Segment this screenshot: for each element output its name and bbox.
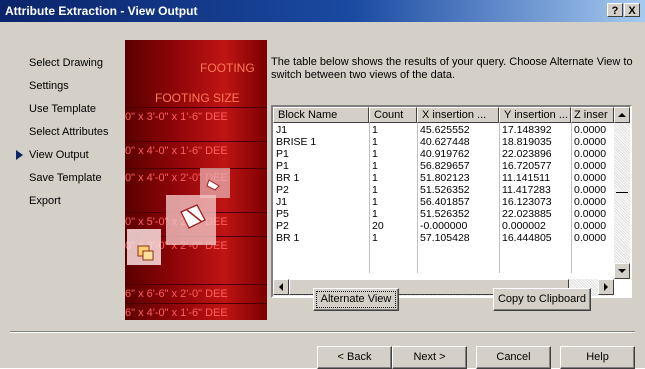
cell-z-insertion: 0.0000: [574, 160, 607, 172]
column-header-z-label: Z inser: [574, 109, 608, 121]
cell-block-name: P2: [276, 184, 289, 196]
cell-x-insertion: 51.526352: [420, 208, 470, 220]
cell-count: 1: [372, 208, 378, 220]
scroll-up-button[interactable]: [614, 107, 630, 123]
tag-card: [200, 168, 230, 198]
cell-block-name: P1: [276, 148, 289, 160]
cell-z-insertion: 0.0000: [574, 220, 607, 232]
cell-count: 1: [372, 148, 378, 160]
dialog-body: Select Drawing Settings Use Template Sel…: [0, 22, 645, 369]
cell-y-insertion: 22.023885: [502, 208, 552, 220]
help-title-button[interactable]: ?: [607, 3, 623, 17]
column-header-y-insertion[interactable]: Y insertion ...: [499, 107, 571, 123]
footer-separator-highlight: [10, 332, 635, 333]
cell-z-insertion: 0.0000: [574, 124, 607, 136]
scroll-right-arrow-icon: [604, 283, 608, 291]
next-button[interactable]: Next >: [392, 346, 467, 369]
cell-block-name: P5: [276, 208, 289, 220]
cell-z-insertion: 0.0000: [574, 136, 607, 148]
cell-block-name: J1: [276, 124, 288, 136]
window-title: Attribute Extraction - View Output: [5, 4, 198, 18]
cell-z-insertion: 0.0000: [574, 232, 607, 244]
help-button[interactable]: Help: [560, 346, 635, 369]
scroll-left-arrow-icon: [279, 283, 283, 291]
scroll-right-button[interactable]: [598, 279, 614, 295]
cell-count: 1: [372, 232, 378, 244]
cell-block-name: BRISE 1: [276, 136, 317, 148]
cell-x-insertion: 57.105428: [420, 232, 470, 244]
cell-block-name: P2: [276, 220, 289, 232]
wizard-artwork: FOOTING FOOTING SIZE 0" x 3'-0" x 1'-6" …: [125, 40, 267, 320]
cell-y-insertion: 22.023896: [502, 148, 552, 160]
scroll-down-arrow-icon: [618, 269, 626, 273]
cell-count: 1: [372, 136, 378, 148]
cell-count: 20: [372, 220, 384, 232]
step-view-output: View Output: [29, 149, 89, 161]
cell-block-name: BR 1: [276, 232, 300, 244]
cell-x-insertion: 56.829657: [420, 160, 470, 172]
title-bar: Attribute Extraction - View Output ? X: [0, 0, 645, 22]
back-button[interactable]: < Back: [317, 346, 392, 369]
cell-x-insertion: 56.401857: [420, 196, 470, 208]
cell-y-insertion: 0.000002: [502, 220, 546, 232]
scroll-up-arrow-icon: [618, 113, 626, 117]
cell-y-insertion: 11.417283: [502, 184, 551, 196]
scroll-left-button[interactable]: [273, 279, 289, 295]
cell-z-insertion: 0.0000: [574, 208, 607, 220]
scroll-down-button[interactable]: [614, 263, 630, 279]
copy-to-clipboard-button[interactable]: Copy to Clipboard: [493, 288, 591, 311]
cell-count: 1: [372, 124, 378, 136]
step-export: Export: [29, 195, 61, 207]
cell-x-insertion: 40.919762: [420, 148, 470, 160]
cell-block-name: P1: [276, 160, 289, 172]
cell-z-insertion: 0.0000: [574, 172, 607, 184]
cell-count: 1: [372, 196, 378, 208]
cell-x-insertion: -0.000000: [420, 220, 468, 232]
attribute-tags-graphic: [127, 168, 230, 265]
cell-x-insertion: 45.625552: [420, 124, 470, 136]
cell-y-insertion: 18.819035: [502, 136, 552, 148]
cell-z-insertion: 0.0000: [574, 184, 607, 196]
results-table[interactable]: Block Name Count X insertion ... Y inser…: [271, 105, 632, 298]
cell-block-name: J1: [276, 196, 288, 208]
cancel-button[interactable]: Cancel: [476, 346, 551, 369]
scroll-thumb-marker: [616, 192, 628, 193]
cell-block-name: BR 1: [276, 172, 300, 184]
cell-y-insertion: 16.123073: [502, 196, 552, 208]
cell-x-insertion: 40.627448: [420, 136, 470, 148]
column-header-block-name[interactable]: Block Name: [273, 107, 369, 123]
cell-z-insertion: 0.0000: [574, 148, 607, 160]
column-header-x-insertion[interactable]: X insertion ...: [417, 107, 499, 123]
close-title-button[interactable]: X: [624, 3, 640, 17]
column-header-z-insertion[interactable]: Z inser: [571, 107, 614, 123]
step-select-drawing: Select Drawing: [29, 57, 103, 69]
intro-text: The table below shows the results of you…: [271, 56, 633, 81]
step-use-template: Use Template: [29, 103, 97, 115]
cell-x-insertion: 51.526352: [420, 184, 470, 196]
step-select-attributes: Select Attributes: [29, 126, 109, 138]
alternate-view-button[interactable]: Alternate View: [313, 288, 399, 311]
cell-y-insertion: 17.148392: [502, 124, 552, 136]
vertical-scrollbar[interactable]: [614, 107, 630, 279]
column-header-count[interactable]: Count: [369, 107, 417, 123]
cell-count: 1: [372, 160, 378, 172]
cell-count: 1: [372, 184, 378, 196]
step-settings: Settings: [29, 80, 69, 92]
step-save-template: Save Template: [29, 172, 102, 184]
cell-z-insertion: 0.0000: [574, 196, 607, 208]
cell-x-insertion: 51.802123: [420, 172, 470, 184]
cell-count: 1: [372, 172, 378, 184]
cell-y-insertion: 16.444805: [502, 232, 552, 244]
cell-y-insertion: 16.720577: [502, 160, 552, 172]
current-step-arrow-icon: [16, 150, 23, 160]
cell-y-insertion: 11.141511: [502, 172, 551, 184]
